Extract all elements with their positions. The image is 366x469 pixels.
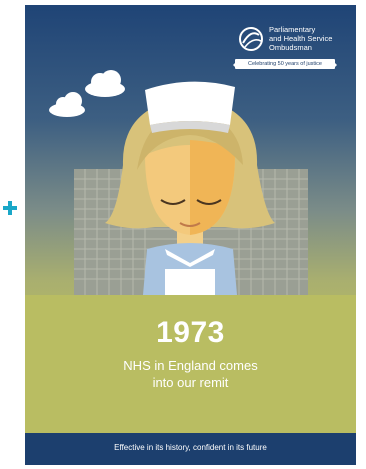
ombudsman-swirl-icon <box>239 27 263 51</box>
apron <box>165 269 215 295</box>
org-name: Parliamentary and Health Service Ombudsm… <box>269 25 333 52</box>
milestone-caption: NHS in England comes into our remit <box>123 358 258 390</box>
poster: Parliamentary and Health Service Ombudsm… <box>25 5 356 465</box>
pho-logo: Parliamentary and Health Service Ombudsm… <box>233 25 347 77</box>
plus-icon <box>3 201 17 215</box>
year-heading: 1973 <box>156 316 225 349</box>
footer-tagline: Effective in its history, confident in i… <box>114 443 267 452</box>
cloud-large <box>85 70 125 97</box>
cloud-small <box>49 92 85 117</box>
anniversary-ribbon: Celebrating 50 years of justice <box>233 59 337 69</box>
footer-bar: Effective in its history, confident in i… <box>25 433 356 465</box>
nurse-cap <box>145 81 235 125</box>
